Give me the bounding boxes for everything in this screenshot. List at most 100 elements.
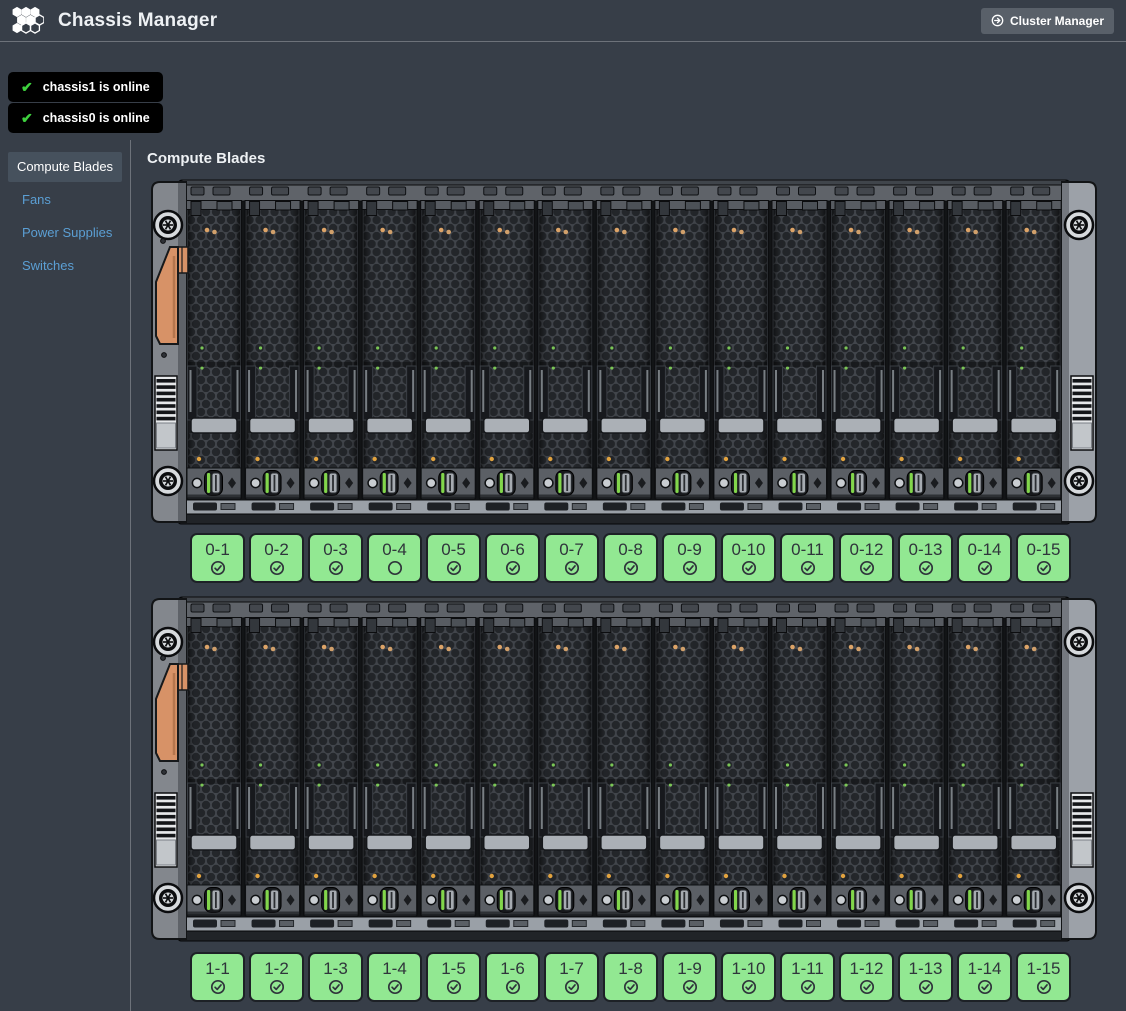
blade-button-label: 0-15 [1026,541,1060,560]
blade-button-label: 1-15 [1026,960,1060,979]
blade-button-label: 1-7 [559,960,584,979]
blade-button-label: 1-14 [967,960,1001,979]
blade-button-0-6[interactable]: 0-6 [485,533,540,583]
blade-button-0-14[interactable]: 0-14 [957,533,1012,583]
blade-button-label: 1-12 [849,960,883,979]
blade-button-1-3[interactable]: 1-3 [308,952,363,1002]
blade-button-0-4[interactable]: 0-4 [367,533,422,583]
blade-button-1-13[interactable]: 1-13 [898,952,953,1002]
check-circle-icon [210,560,226,576]
sidebar-item-fans[interactable]: Fans [8,185,122,215]
blade-button-1-14[interactable]: 1-14 [957,952,1012,1002]
blade-button-0-5[interactable]: 0-5 [426,533,481,583]
blade-button-1-2[interactable]: 1-2 [249,952,304,1002]
blade-button-label: 0-3 [323,541,348,560]
blade-button-label: 0-13 [908,541,942,560]
blade-button-1-5[interactable]: 1-5 [426,952,481,1002]
blade-button-1-10[interactable]: 1-10 [721,952,776,1002]
blade-button-label: 1-8 [618,960,643,979]
check-circle-icon [800,560,816,576]
check-circle-icon [918,560,934,576]
check-circle-icon [387,979,403,995]
toast: ✔ chassis1 is online [8,72,163,102]
check-circle-icon [859,979,875,995]
blade-button-0-10[interactable]: 0-10 [721,533,776,583]
blade-button-0-15[interactable]: 0-15 [1016,533,1071,583]
blade-button-label: 0-9 [677,541,702,560]
blade-button-label: 0-2 [264,541,289,560]
blade-button-label: 1-1 [205,960,230,979]
check-circle-icon [741,979,757,995]
cluster-manager-button[interactable]: Cluster Manager [981,8,1114,34]
sidebar-item-switches[interactable]: Switches [8,251,122,281]
blade-button-label: 1-5 [441,960,466,979]
check-circle-icon [800,979,816,995]
blade-button-1-9[interactable]: 1-9 [662,952,717,1002]
blade-button-label: 0-10 [731,541,765,560]
app-title: Chassis Manager [58,10,217,32]
blade-button-1-12[interactable]: 1-12 [839,952,894,1002]
check-circle-icon [741,560,757,576]
sidebar-item-power-supplies[interactable]: Power Supplies [8,218,122,248]
blade-button-label: 0-6 [500,541,525,560]
check-circle-icon [328,560,344,576]
blade-button-label: 1-2 [264,960,289,979]
blade-button-1-4[interactable]: 1-4 [367,952,422,1002]
check-circle-icon [682,560,698,576]
check-circle-icon [918,979,934,995]
blade-button-label: 0-12 [849,541,883,560]
honeycomb-logo-icon [10,6,44,36]
check-icon: ✔ [21,111,33,125]
check-circle-icon [328,979,344,995]
blade-button-1-8[interactable]: 1-8 [603,952,658,1002]
blade-button-0-7[interactable]: 0-7 [544,533,599,583]
blade-button-1-7[interactable]: 1-7 [544,952,599,1002]
check-circle-icon [623,560,639,576]
blade-button-1-6[interactable]: 1-6 [485,952,540,1002]
sidebar-divider [130,140,131,1011]
blade-button-0-3[interactable]: 0-3 [308,533,363,583]
check-circle-icon [1036,560,1052,576]
check-circle-icon [269,979,285,995]
blade-button-label: 0-11 [791,541,824,560]
blade-button-label: 0-1 [205,541,230,560]
blade-button-label: 1-13 [908,960,942,979]
blade-button-label: 0-5 [441,541,466,560]
blade-button-label: 0-7 [559,541,584,560]
check-circle-icon [1036,979,1052,995]
check-circle-icon [210,979,226,995]
blade-button-1-1[interactable]: 1-1 [190,952,245,1002]
toast-text: chassis0 is online [43,111,150,125]
cluster-manager-label: Cluster Manager [1010,14,1104,28]
blade-button-label: 1-4 [382,960,407,979]
blade-button-label: 1-6 [500,960,525,979]
chassis-1-illustration [148,595,1100,943]
check-circle-icon [977,560,993,576]
blade-button-0-12[interactable]: 0-12 [839,533,894,583]
app-header: Chassis Manager Cluster Manager [0,0,1126,42]
blade-button-0-9[interactable]: 0-9 [662,533,717,583]
blade-button-0-8[interactable]: 0-8 [603,533,658,583]
chassis-0-blade-buttons: 0-1 0-2 0-3 0-4 0-5 0-6 0-7 0-8 0-9 0-10… [190,533,1071,583]
check-circle-icon [859,560,875,576]
circle-icon [387,560,403,576]
check-icon: ✔ [21,80,33,94]
check-circle-icon [446,560,462,576]
blade-button-1-15[interactable]: 1-15 [1016,952,1071,1002]
blade-button-0-13[interactable]: 0-13 [898,533,953,583]
blade-button-label: 1-9 [677,960,702,979]
check-circle-icon [623,979,639,995]
chassis-1-blade-buttons: 1-1 1-2 1-3 1-4 1-5 1-6 1-7 1-8 1-9 1-10… [190,952,1071,1002]
sidebar-item-compute-blades[interactable]: Compute Blades [8,152,122,182]
check-circle-icon [682,979,698,995]
check-circle-icon [977,979,993,995]
sidebar-nav: Compute Blades Fans Power Supplies Switc… [8,152,122,281]
blade-button-label: 1-3 [323,960,348,979]
blade-button-0-1[interactable]: 0-1 [190,533,245,583]
blade-button-0-11[interactable]: 0-11 [780,533,835,583]
page-title: Compute Blades [147,150,265,167]
check-circle-icon [564,560,580,576]
blade-button-0-2[interactable]: 0-2 [249,533,304,583]
check-circle-icon [505,560,521,576]
blade-button-1-11[interactable]: 1-11 [780,952,835,1002]
